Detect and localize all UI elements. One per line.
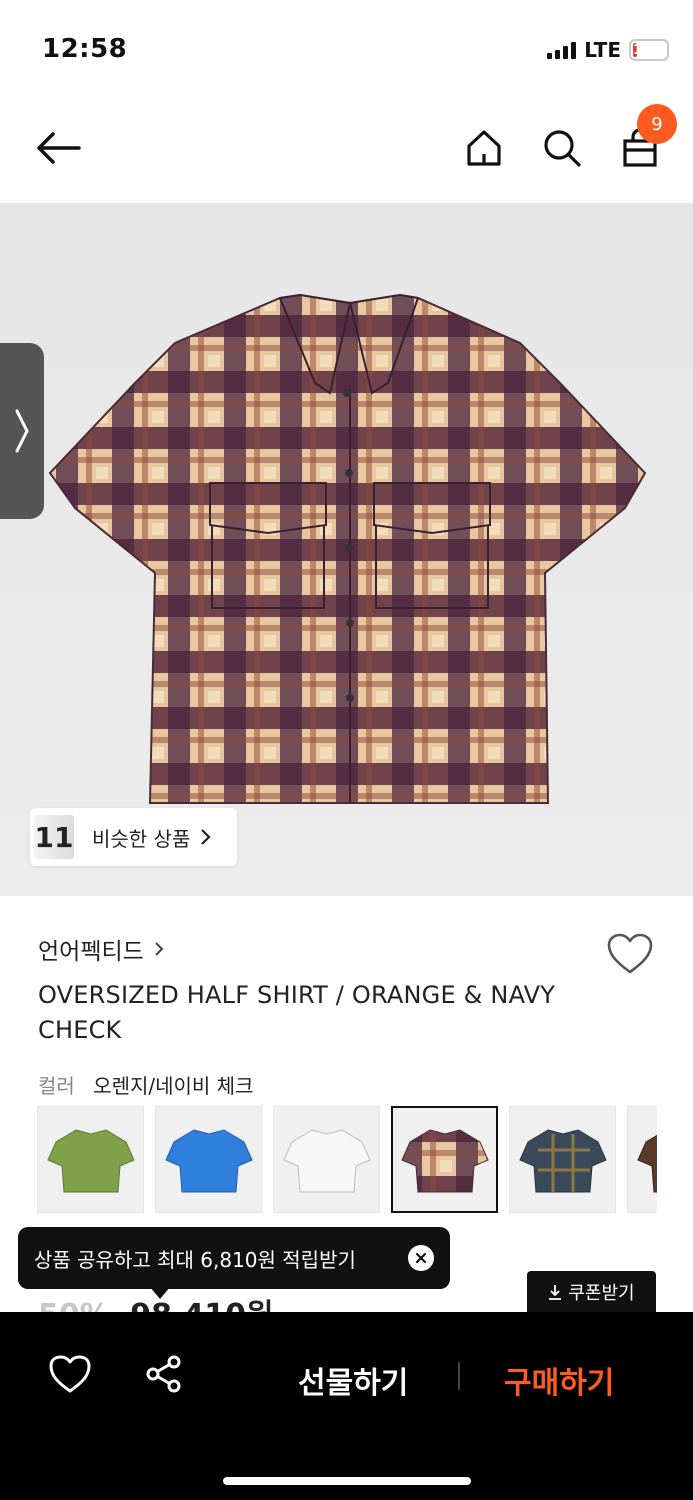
similar-products-button[interactable]: 11 비슷한 상품 xyxy=(30,808,237,866)
brand-name: 언어펙티드 xyxy=(38,939,144,965)
brand-link[interactable]: 언어펙티드 xyxy=(38,932,164,966)
shirt-thumbnail xyxy=(518,1128,607,1192)
color-swatches xyxy=(37,1106,657,1214)
close-icon[interactable] xyxy=(408,1245,434,1271)
sale-price: 98,410원 xyxy=(130,1298,273,1312)
swatch-olive[interactable] xyxy=(37,1106,144,1213)
shirt-thumbnail xyxy=(164,1128,253,1192)
cart-count-badge: 9 xyxy=(637,104,677,144)
gift-button[interactable]: 선물하기 xyxy=(298,1358,408,1402)
shirt-image xyxy=(0,203,693,896)
battery-icon: 11 xyxy=(629,39,669,61)
shirt-thumbnail xyxy=(400,1128,489,1192)
product-image[interactable] xyxy=(0,203,693,896)
chevron-right-icon xyxy=(201,829,211,845)
similar-products-label: 비슷한 상품 xyxy=(92,826,191,851)
share-icon[interactable] xyxy=(144,1354,188,1398)
product-title: OVERSIZED HALF SHIRT / ORANGE & NAVY CHE… xyxy=(38,981,556,1044)
home-icon[interactable] xyxy=(458,122,510,174)
swatch-orange-navy-check[interactable] xyxy=(391,1106,498,1213)
color-value: 오렌지/네이비 체크 xyxy=(93,1074,254,1098)
heart-icon[interactable] xyxy=(48,1354,92,1398)
status-time: 12:58 xyxy=(42,34,128,64)
back-arrow-icon[interactable] xyxy=(32,122,84,174)
network-label: LTE xyxy=(584,38,621,62)
shirt-thumbnail xyxy=(46,1128,135,1192)
color-label: 컬러 xyxy=(38,1074,75,1098)
shirt-thumbnail xyxy=(636,1134,657,1192)
coupon-label: 쿠폰받기 xyxy=(568,1283,635,1304)
wishlist-heart-icon[interactable] xyxy=(606,932,654,976)
home-indicator xyxy=(223,1477,471,1485)
chevron-right-icon xyxy=(15,409,29,453)
chevron-right-icon xyxy=(155,942,164,956)
similar-thumbnail: 11 xyxy=(34,815,74,859)
divider xyxy=(458,1362,460,1390)
buy-button[interactable]: 구매하기 xyxy=(504,1358,614,1402)
side-panel-tab[interactable] xyxy=(0,343,44,519)
top-nav: 9 xyxy=(0,100,693,200)
download-icon xyxy=(549,1285,562,1300)
bottom-action-bar: 선물하기 구매하기 xyxy=(0,1312,693,1500)
swatch-navy-check[interactable] xyxy=(509,1106,616,1213)
toast-text: 상품 공유하고 최대 6,810원 적립받기 xyxy=(34,1247,356,1272)
status-indicators: LTE 11 xyxy=(547,38,669,62)
toast-pointer xyxy=(150,1287,170,1299)
share-reward-toast[interactable]: 상품 공유하고 최대 6,810원 적립받기 xyxy=(18,1227,450,1289)
shirt-thumbnail xyxy=(282,1128,371,1192)
coupon-button[interactable]: 쿠폰받기 xyxy=(527,1271,656,1313)
discount-rate: 50% xyxy=(38,1298,110,1312)
color-option-row: 컬러 오렌지/네이비 체크 xyxy=(38,1070,253,1099)
swatch-brown[interactable] xyxy=(627,1106,657,1213)
swatch-white[interactable] xyxy=(273,1106,380,1213)
signal-icon xyxy=(547,41,577,59)
status-bar: 12:58 LTE 11 xyxy=(0,0,693,100)
battery-label: 11 xyxy=(633,42,652,58)
swatch-blue[interactable] xyxy=(155,1106,262,1213)
search-icon[interactable] xyxy=(536,122,588,174)
